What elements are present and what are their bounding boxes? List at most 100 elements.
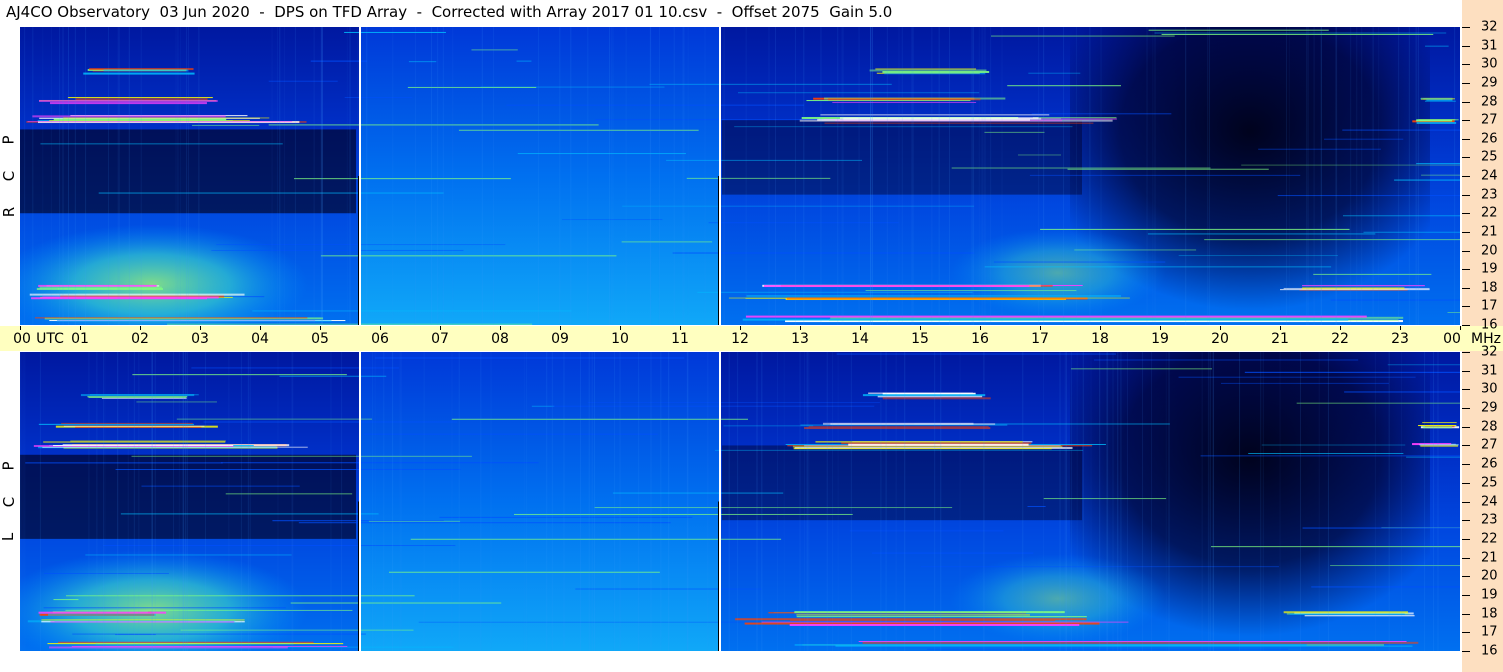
time-tick-label: 10 — [611, 331, 629, 347]
vertical-streak — [880, 352, 882, 651]
interference-line — [865, 290, 1077, 292]
interference-line — [1017, 154, 1062, 156]
signal-band — [75, 426, 202, 428]
frequency-tick-label: 23 — [1481, 512, 1498, 528]
heatmap-glow — [950, 553, 1166, 644]
vertical-streak — [898, 27, 900, 325]
vertical-streak — [803, 352, 805, 651]
vertical-streak — [1082, 352, 1084, 651]
vertical-streak — [978, 27, 980, 325]
vertical-streak — [349, 27, 351, 325]
frequency-tick-label: 30 — [1481, 56, 1498, 72]
vertical-streak — [1313, 27, 1315, 325]
vertical-streak — [776, 352, 778, 651]
vertical-streak — [625, 27, 627, 325]
vertical-streak — [178, 352, 180, 651]
vertical-streak — [912, 27, 914, 325]
signal-band — [1302, 287, 1405, 290]
time-tick-label: 21 — [1271, 331, 1289, 347]
polarization-letter: C — [0, 170, 19, 182]
interference-line — [1028, 72, 1081, 74]
time-tick-label: 08 — [491, 331, 509, 347]
frequency-tick-label: 31 — [1481, 38, 1498, 54]
vertical-streak — [940, 352, 942, 651]
data-gap-line — [358, 501, 359, 651]
time-tick-label: 11 — [671, 331, 689, 347]
vertical-streak — [768, 27, 770, 325]
vertical-streak — [1378, 27, 1380, 325]
signal-band — [38, 611, 167, 614]
vertical-streak — [895, 352, 897, 651]
signal-band — [742, 318, 1349, 321]
interference-line — [1040, 228, 1350, 230]
time-tick-label: 02 — [131, 331, 149, 347]
vertical-streak — [1201, 352, 1203, 651]
signal-band — [832, 101, 977, 103]
signal-band — [761, 621, 1129, 623]
vertical-streak — [931, 27, 933, 325]
vertical-streak — [1336, 27, 1338, 325]
vertical-streak — [184, 352, 186, 651]
vertical-streak — [774, 27, 776, 325]
vertical-streak — [650, 27, 652, 325]
vertical-streak — [559, 27, 561, 325]
vertical-streak — [728, 352, 730, 651]
interference-line — [1296, 402, 1460, 404]
vertical-streak — [39, 352, 41, 651]
vertical-streak — [108, 27, 110, 325]
signal-band — [38, 284, 157, 287]
signal-band — [882, 397, 991, 400]
interference-line — [136, 401, 217, 403]
vertical-streak — [687, 27, 689, 325]
frequency-tick-label: 20 — [1481, 568, 1498, 584]
time-tick — [1100, 326, 1101, 330]
vertical-streak — [1165, 352, 1167, 651]
interference-line — [621, 241, 713, 243]
vertical-streak — [430, 27, 432, 325]
vertical-streak — [588, 352, 590, 651]
interference-line — [1067, 168, 1269, 170]
vertical-streak — [1038, 27, 1040, 325]
interference-line — [290, 602, 502, 604]
vertical-streak — [959, 352, 961, 651]
interference-line — [66, 595, 415, 597]
interference-line — [697, 291, 973, 293]
signal-band — [1426, 99, 1453, 101]
interference-line — [192, 124, 260, 126]
interference-line — [72, 633, 366, 635]
interference-line — [191, 367, 399, 369]
signal-band — [39, 99, 218, 102]
vertical-streak — [1356, 27, 1358, 325]
interference-line — [252, 310, 572, 312]
vertical-streak — [1299, 352, 1301, 651]
time-tick-label: 12 — [731, 331, 749, 347]
vertical-streak — [1288, 27, 1290, 325]
frequency-tick-label: 19 — [1481, 587, 1498, 603]
time-tick — [560, 326, 561, 330]
interference-line — [310, 60, 368, 62]
vertical-streak — [117, 352, 119, 651]
frequency-tick — [1462, 613, 1470, 615]
frequency-tick-label: 18 — [1481, 606, 1498, 622]
frequency-tick — [1462, 194, 1470, 196]
vertical-streak — [869, 27, 871, 325]
interference-line — [516, 60, 532, 62]
vertical-streak — [563, 352, 565, 651]
vertical-streak — [911, 27, 913, 325]
vertical-streak — [938, 27, 940, 325]
signal-band — [735, 618, 1087, 621]
vertical-streak — [612, 27, 614, 325]
vertical-streak — [619, 352, 621, 651]
time-tick-label: 04 — [251, 331, 269, 347]
vertical-streak — [480, 352, 482, 651]
vertical-streak — [1212, 352, 1214, 651]
frequency-tick-label: 22 — [1481, 531, 1498, 547]
vertical-streak — [1207, 27, 1209, 325]
interference-line — [103, 545, 456, 547]
vertical-streak — [1112, 352, 1114, 651]
time-tick — [1280, 326, 1281, 330]
time-tick — [80, 326, 81, 330]
vertical-streak — [117, 27, 119, 325]
frequency-tick-label: 24 — [1481, 494, 1498, 509]
interference-line — [374, 357, 685, 359]
